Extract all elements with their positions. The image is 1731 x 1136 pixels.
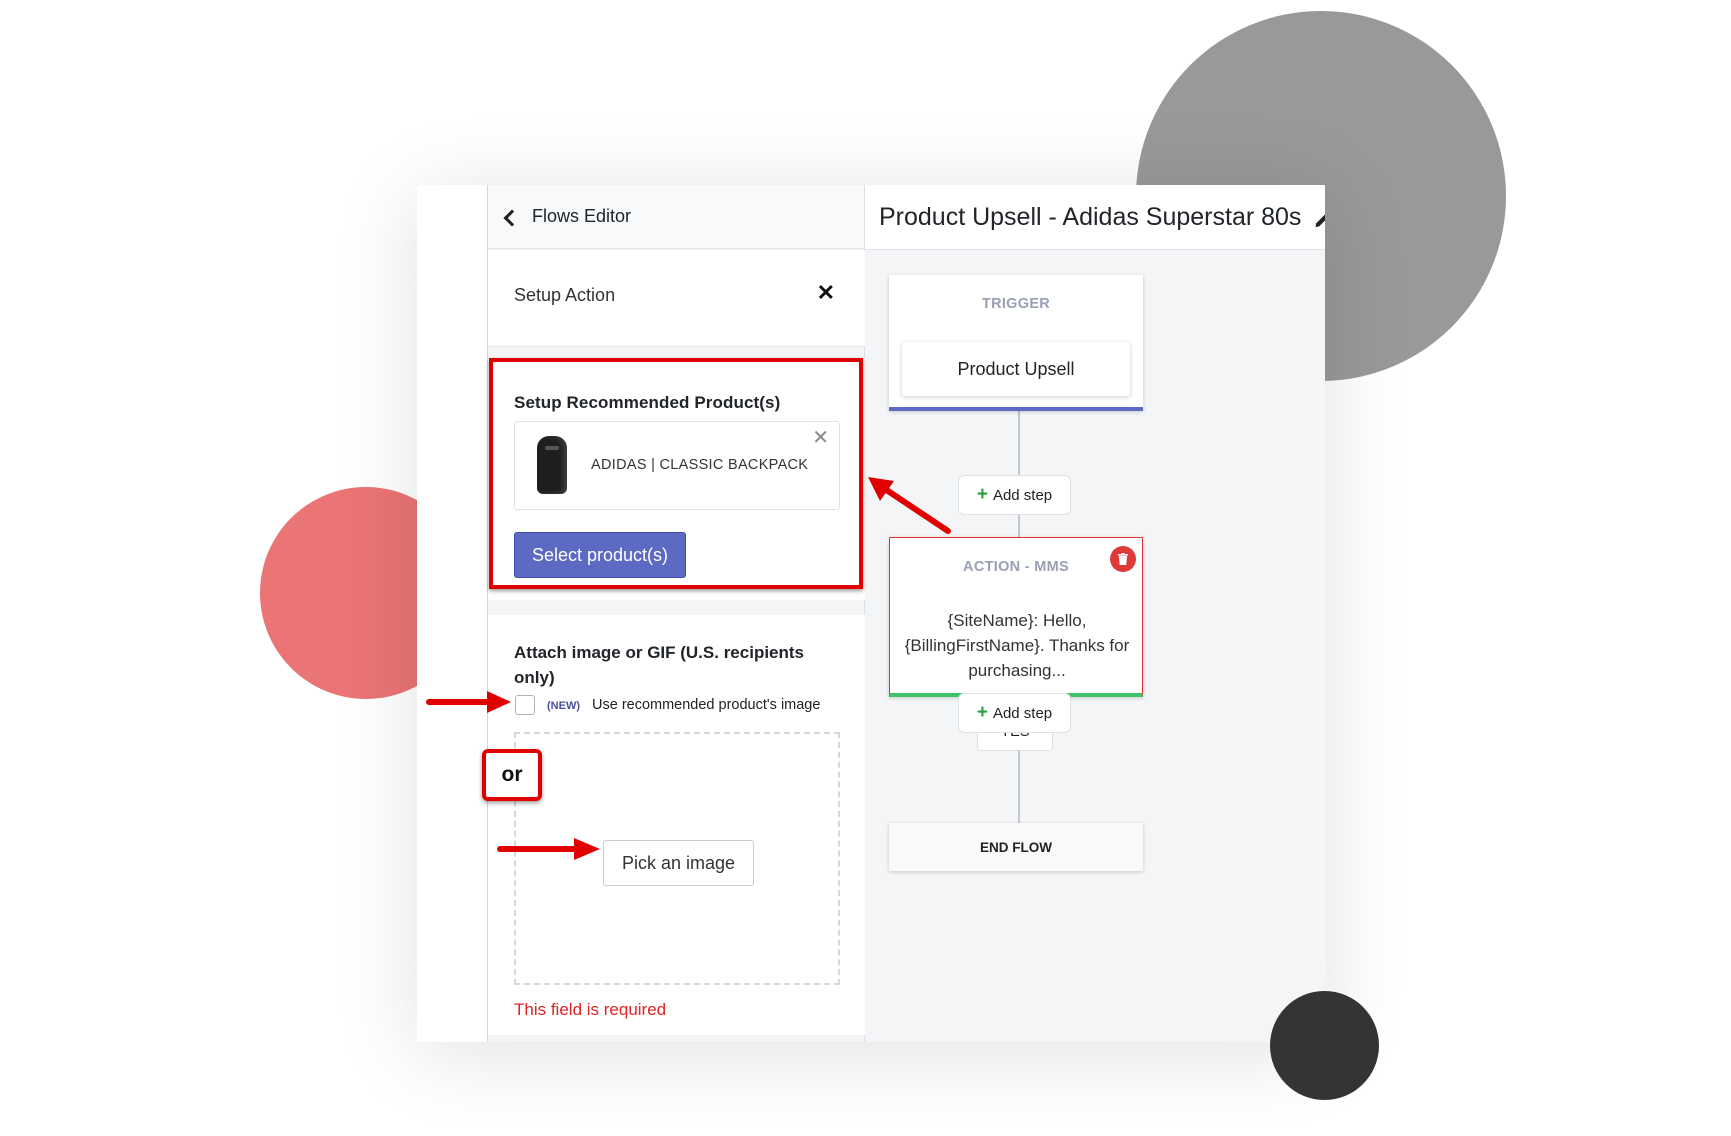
- attach-image-title: Attach image or GIF (U.S. recipients onl…: [514, 643, 805, 687]
- pick-image-button[interactable]: Pick an image: [603, 840, 754, 886]
- use-product-image-checkbox[interactable]: [515, 695, 535, 715]
- chevron-left-icon[interactable]: [502, 209, 518, 225]
- highlight-box: [489, 358, 863, 589]
- flow-connector: [1018, 411, 1020, 475]
- action-message-preview: {SiteName}: Hello, {BillingFirstName}. T…: [904, 611, 1130, 680]
- attach-image-section: Attach image or GIF (U.S. recipients onl…: [488, 615, 865, 1035]
- app-window: Flows Editor Setup Action ✕ Setup Recomm…: [417, 185, 1325, 1042]
- left-navigation-strip: [417, 185, 488, 1042]
- trigger-name[interactable]: Product Upsell: [902, 342, 1130, 396]
- trigger-caption: TRIGGER: [981, 296, 1051, 312]
- trash-icon: [1118, 553, 1128, 565]
- canvas-header: Product Upsell - Adidas Superstar 80s: [865, 185, 1325, 250]
- panel-header[interactable]: Flows Editor: [488, 185, 864, 249]
- or-callout: or: [482, 749, 542, 801]
- add-step-button[interactable]: + Add step: [958, 475, 1071, 515]
- flow-connector: [1018, 515, 1020, 537]
- action-mms-node[interactable]: ACTION - MMS {SiteName}: Hello, {Billing…: [889, 537, 1143, 697]
- arrow-to-products-icon: [868, 477, 951, 534]
- flow-canvas: Product Upsell - Adidas Superstar 80s TR…: [865, 185, 1325, 1042]
- setup-action-header: Setup Action ✕: [488, 250, 865, 347]
- plus-icon: +: [976, 484, 988, 505]
- arrow-to-pick-image-icon: [497, 838, 600, 860]
- decorative-dark-circle: [1270, 991, 1379, 1100]
- delete-action-button[interactable]: [1110, 546, 1136, 572]
- action-caption: ACTION - MMS: [963, 559, 1069, 575]
- add-step-label: Add step: [992, 486, 1053, 504]
- field-required-error: This field is required: [514, 1000, 667, 1019]
- plus-icon: +: [976, 702, 988, 723]
- new-badge: (NEW): [547, 700, 580, 712]
- close-icon[interactable]: ✕: [817, 282, 835, 304]
- pencil-icon[interactable]: [1313, 209, 1325, 229]
- flow-title: Product Upsell - Adidas Superstar 80s: [879, 203, 1302, 231]
- back-link-label[interactable]: Flows Editor: [532, 206, 631, 227]
- trigger-node[interactable]: TRIGGER Product Upsell: [889, 275, 1143, 411]
- setup-panel: Flows Editor Setup Action ✕ Setup Recomm…: [488, 185, 865, 1042]
- add-step-button[interactable]: + Add step: [958, 693, 1071, 733]
- screenshot-stage: Flows Editor Setup Action ✕ Setup Recomm…: [0, 0, 1731, 1136]
- arrow-to-checkbox-icon: [426, 691, 511, 713]
- end-flow-node: END FLOW: [889, 823, 1143, 871]
- use-product-image-label[interactable]: Use recommended product's image: [592, 697, 820, 713]
- setup-action-label: Setup Action: [514, 285, 616, 305]
- add-step-label: Add step: [992, 704, 1053, 722]
